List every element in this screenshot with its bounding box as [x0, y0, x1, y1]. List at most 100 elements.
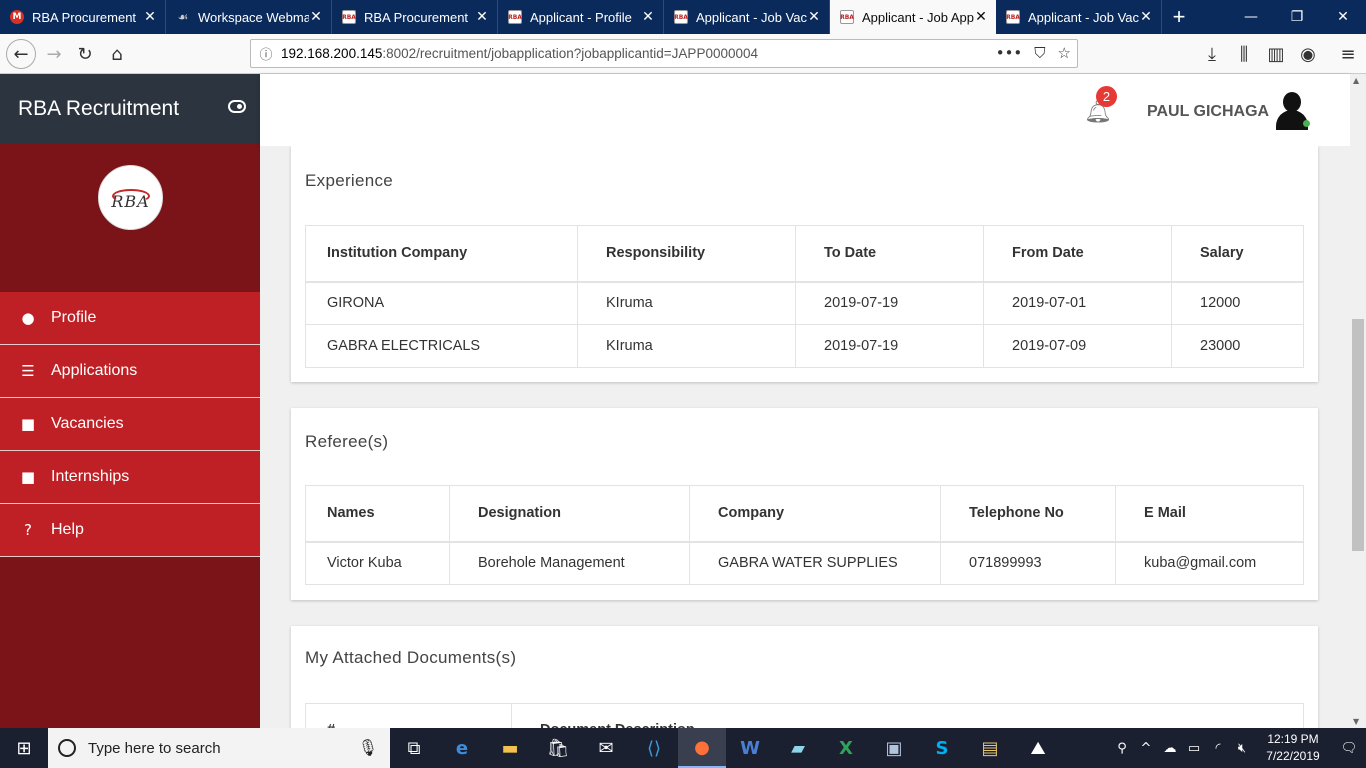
close-icon[interactable]: ✕: [475, 9, 489, 25]
table-cell: 2019-07-19: [795, 281, 984, 325]
table-cell: 23000: [1171, 324, 1304, 368]
clock[interactable]: 12:19 PM 7/22/2019: [1254, 731, 1332, 765]
library-icon[interactable]: ⫼: [1230, 40, 1258, 68]
page-actions-icon[interactable]: •••: [996, 44, 1023, 62]
browser-tab[interactable]: RBA RBA Procurement ✕: [332, 0, 498, 34]
section-title: Referee(s): [305, 432, 389, 451]
table-cell: 2019-07-01: [983, 281, 1172, 325]
sidebar-item-help[interactable]: ? Help: [0, 504, 260, 557]
sidebar-item-label: Profile: [51, 309, 97, 326]
download-icon[interactable]: ⤓: [1198, 40, 1226, 68]
sidebar-item-internships[interactable]: ■ Internships: [0, 451, 260, 504]
close-window-button[interactable]: ✕: [1320, 0, 1366, 34]
column-header: Names: [305, 485, 450, 543]
table-row: GIRONA KIruma 2019-07-19 2019-07-01 1200…: [305, 281, 1304, 325]
browser-tab-active[interactable]: RBA Applicant - Job Application ✕: [830, 0, 996, 34]
section-title: My Attached Documents(s): [305, 648, 517, 667]
browser-tab[interactable]: ☙ Workspace Webmail ✕: [166, 0, 332, 34]
sidebar-item-profile[interactable]: ● Profile: [0, 292, 260, 345]
sidebar-toggle-icon[interactable]: ▥: [1262, 40, 1290, 68]
browser-tab[interactable]: M RBA Procurement ✕: [0, 0, 166, 34]
table-cell: 071899993: [940, 541, 1116, 585]
skype-icon[interactable]: S: [918, 728, 966, 768]
windows-taskbar: ⊞ Type here to search 🎙︎ ⧉ e ▬ 🛍︎ ✉ ⟨⟩ ●…: [0, 728, 1366, 768]
notepad-icon[interactable]: ▰: [774, 728, 822, 768]
file-explorer-icon[interactable]: ▬: [486, 728, 534, 768]
pocket-icon[interactable]: ⛉: [1034, 44, 1045, 62]
browser-tab[interactable]: RBA Applicant - Job Vacancy ✕: [664, 0, 830, 34]
onedrive-icon[interactable]: ☁: [1158, 741, 1182, 756]
close-icon[interactable]: ✕: [143, 9, 157, 25]
store-icon[interactable]: 🛍︎: [534, 728, 582, 768]
notification-badge: 2: [1096, 86, 1117, 107]
folder-app-icon[interactable]: ▤: [966, 728, 1014, 768]
table-cell: 12000: [1171, 281, 1304, 325]
close-icon[interactable]: ✕: [641, 9, 655, 25]
experience-card: Experience Institution Company Responsib…: [291, 146, 1318, 382]
tab-title: Applicant - Profile: [530, 9, 632, 25]
experience-table: Institution Company Responsibility To Da…: [305, 225, 1304, 368]
browser-tab-strip: M RBA Procurement ✕ ☙ Workspace Webmail …: [0, 0, 1366, 34]
system-tray: ⚲ ^ ☁ ▭ ◜ 🔇︎ 12:19 PM 7/22/2019 🗨︎: [1110, 728, 1366, 768]
volume-muted-icon[interactable]: 🔇︎: [1230, 741, 1254, 756]
scroll-up-icon[interactable]: ▲: [1353, 76, 1359, 85]
new-tab-button[interactable]: +: [1162, 0, 1196, 34]
column-header: Designation: [449, 485, 690, 543]
restore-button[interactable]: ❐: [1274, 0, 1320, 34]
user-name[interactable]: PAUL GICHAGA: [1147, 103, 1269, 121]
chevron-up-icon[interactable]: ^: [1134, 741, 1158, 756]
mail-app-icon[interactable]: ✉: [582, 728, 630, 768]
microphone-icon[interactable]: 🎙︎: [358, 738, 378, 757]
info-icon[interactable]: ⓘ: [251, 44, 281, 63]
minimize-button[interactable]: —: [1228, 0, 1274, 34]
tab-title: RBA Procurement: [32, 9, 137, 25]
excel-icon[interactable]: X: [822, 728, 870, 768]
list-icon: ☰: [21, 362, 35, 380]
edge-icon[interactable]: e: [438, 728, 486, 768]
table-row: Victor Kuba Borehole Management GABRA WA…: [305, 541, 1304, 585]
back-button[interactable]: ←: [6, 39, 36, 69]
close-icon[interactable]: ✕: [974, 9, 988, 25]
sidebar-toggle-icon[interactable]: [228, 100, 246, 113]
browser-tab[interactable]: RBA Applicant - Job Vacancy ✕: [996, 0, 1162, 34]
url-bar[interactable]: ⓘ 192.168.200.145:8002/recruitment/jobap…: [250, 39, 1078, 68]
sidebar-item-vacancies[interactable]: ■ Vacancies: [0, 398, 260, 451]
table-header-row: Institution Company Responsibility To Da…: [305, 225, 1304, 283]
browser-tab[interactable]: RBA Applicant - Profile ✕: [498, 0, 664, 34]
url-host: 192.168.200.145: [281, 46, 383, 61]
reload-button[interactable]: ↻: [71, 40, 99, 68]
clock-date: 7/22/2019: [1266, 749, 1320, 763]
home-button[interactable]: ⌂: [103, 40, 131, 68]
close-icon[interactable]: ✕: [309, 9, 323, 25]
sidebar-item-applications[interactable]: ☰ Applications: [0, 345, 260, 398]
network-app-icon[interactable]: ▣: [870, 728, 918, 768]
account-icon[interactable]: ◉: [1294, 40, 1322, 68]
vscode-icon[interactable]: ⟨⟩: [630, 728, 678, 768]
battery-icon[interactable]: ▭: [1182, 741, 1206, 756]
hamburger-menu-icon[interactable]: ≡: [1334, 40, 1362, 68]
forward-button[interactable]: →: [40, 40, 68, 68]
close-icon[interactable]: ✕: [1139, 9, 1153, 25]
windows-start-button[interactable]: ⊞: [0, 728, 48, 768]
photos-icon[interactable]: ⛰: [1014, 728, 1062, 768]
wifi-icon[interactable]: ◜: [1206, 741, 1230, 756]
people-icon[interactable]: ⚲: [1110, 741, 1134, 756]
table-header-row: # Document Description: [305, 703, 1304, 728]
sidebar-item-label: Vacancies: [51, 415, 124, 432]
word-icon[interactable]: W: [726, 728, 774, 768]
task-view-icon[interactable]: ⧉: [390, 728, 438, 768]
firefox-icon[interactable]: ●: [678, 728, 726, 768]
scroll-down-icon[interactable]: ▼: [1353, 717, 1359, 726]
close-icon[interactable]: ✕: [807, 9, 821, 25]
column-header: Salary: [1171, 225, 1304, 283]
table-cell: Borehole Management: [449, 541, 690, 585]
bookmark-star-icon[interactable]: ☆: [1058, 44, 1071, 62]
table-cell: Victor Kuba: [305, 541, 450, 585]
taskbar-search-box[interactable]: Type here to search 🎙︎: [48, 728, 390, 768]
action-center-icon[interactable]: 🗨︎: [1332, 741, 1366, 756]
browser-navbar: ← → ↻ ⌂ ⓘ 192.168.200.145:8002/recruitme…: [0, 34, 1366, 74]
avatar[interactable]: [1274, 90, 1310, 130]
scroll-thumb[interactable]: [1352, 319, 1364, 551]
referees-table: Names Designation Company Telephone No E…: [305, 485, 1304, 585]
page-scrollbar[interactable]: ▲ ▼: [1350, 74, 1366, 728]
